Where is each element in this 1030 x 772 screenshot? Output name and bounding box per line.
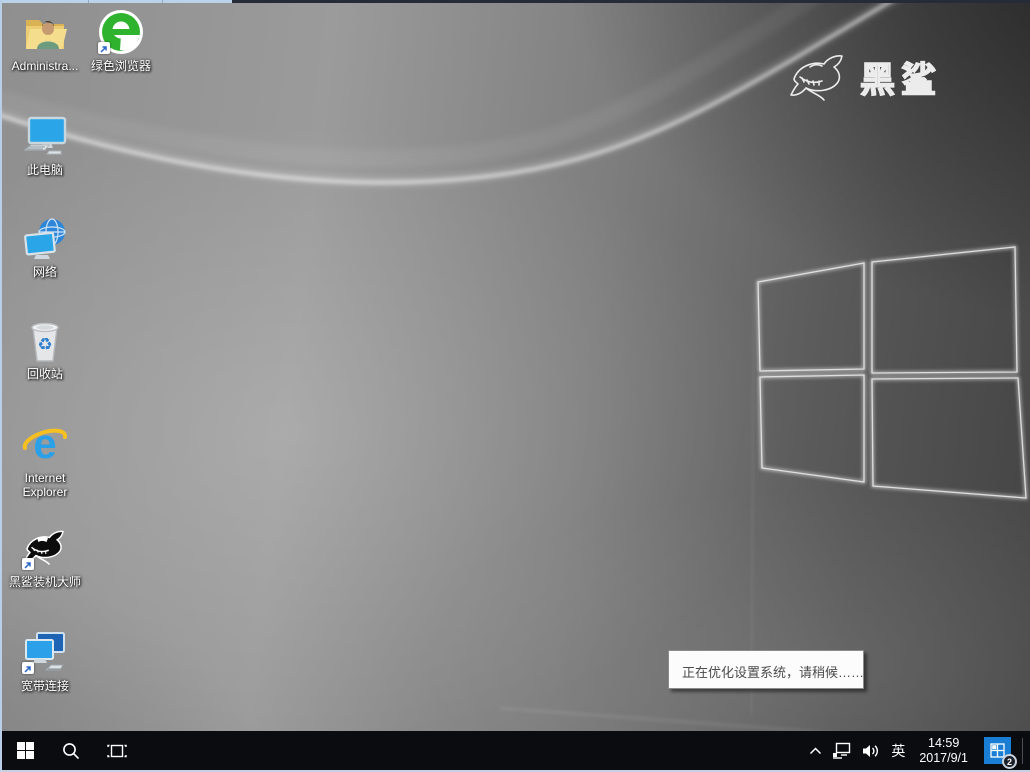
wallpaper-artwork: [0, 0, 1030, 772]
desktop-screen: 黑鲨 Administra...: [0, 0, 1030, 772]
windows10-wallpaper: [0, 0, 1030, 772]
desktop-icon-broadband-connection[interactable]: 宽带连接: [8, 628, 82, 693]
broadband-icon: [21, 628, 69, 676]
heisha-watermark: 黑鲨: [786, 52, 942, 103]
shortcut-arrow-icon: [22, 558, 34, 570]
taskbar-left-group: [2, 731, 140, 770]
frame-tab-strip: [0, 0, 232, 3]
volume-icon: [862, 743, 880, 759]
icon-label: 绿色浏览器: [91, 59, 151, 73]
clock-time: 14:59: [928, 736, 959, 751]
tray-separator: [1022, 738, 1023, 764]
ime-language-indicator[interactable]: 英: [885, 731, 911, 770]
desktop-icon-administrator[interactable]: Administra...: [8, 8, 82, 73]
frame-dark-strip: [232, 0, 1030, 3]
desktop-icon-heisha-install-master[interactable]: 黑鲨装机大师: [8, 524, 82, 589]
windows-logo-panes: [758, 247, 1026, 498]
computer-icon: [21, 112, 69, 160]
start-button[interactable]: [2, 731, 48, 770]
shark-outline-icon: [786, 53, 850, 103]
taskbar-clock[interactable]: 14:59 2017/9/1: [911, 736, 976, 766]
shortcut-arrow-icon: [22, 662, 34, 674]
clock-date: 2017/9/1: [919, 751, 968, 766]
start-icon: [17, 742, 34, 759]
icon-label: 宽带连接: [21, 679, 69, 693]
taskbar-empty-area: [140, 731, 804, 770]
system-tray: 英 14:59 2017/9/1 2: [804, 731, 1030, 770]
chevron-up-icon: [809, 747, 822, 755]
desktop-icon-recycle-bin[interactable]: ♻ 回收站: [8, 316, 82, 381]
network-globe-icon: [21, 214, 69, 262]
notification-badge: 2: [1002, 754, 1017, 769]
ie-icon: e: [21, 420, 69, 468]
green-e-browser-icon: [97, 8, 145, 56]
svg-text:♻: ♻: [37, 335, 52, 355]
icon-label: 回收站: [27, 367, 63, 381]
system-optimizing-tooltip: 正在优化设置系统，请稍候……: [668, 650, 864, 689]
task-view-icon: [106, 742, 128, 760]
tooltip-text: 正在优化设置系统，请稍候……: [682, 662, 864, 681]
volume-button[interactable]: [857, 731, 885, 770]
search-button[interactable]: [48, 731, 94, 770]
show-desktop-button[interactable]: [1024, 731, 1030, 770]
desktop-icon-green-browser[interactable]: 绿色浏览器: [84, 8, 158, 73]
show-hidden-icons-button[interactable]: [804, 731, 827, 770]
task-view-button[interactable]: [94, 731, 140, 770]
search-icon: [62, 742, 80, 760]
window-frame-left: [0, 0, 2, 772]
icon-label: Administra...: [12, 59, 79, 73]
black-shark-icon: [21, 524, 69, 572]
shortcut-arrow-icon: [98, 42, 110, 54]
icon-label: 黑鲨装机大师: [9, 575, 81, 589]
icon-label: Internet Explorer: [8, 471, 82, 499]
icon-label: 网络: [33, 265, 57, 279]
desktop-icon-network[interactable]: 网络: [8, 214, 82, 279]
watermark-text: 黑鲨: [860, 52, 942, 103]
ethernet-icon: [832, 742, 852, 759]
taskbar: 英 14:59 2017/9/1 2: [2, 731, 1030, 770]
folder-user-icon: [21, 8, 69, 56]
desktop-icon-this-pc[interactable]: 此电脑: [8, 112, 82, 177]
svg-text:e: e: [33, 420, 56, 467]
desktop-icon-internet-explorer[interactable]: e Internet Explorer: [8, 420, 82, 499]
window-frame-top: [0, 0, 1030, 3]
network-status-button[interactable]: [827, 731, 857, 770]
icon-label: 此电脑: [27, 163, 63, 177]
recycle-bin-icon: ♻: [21, 316, 69, 364]
tray-app-tile[interactable]: 2: [984, 737, 1011, 764]
